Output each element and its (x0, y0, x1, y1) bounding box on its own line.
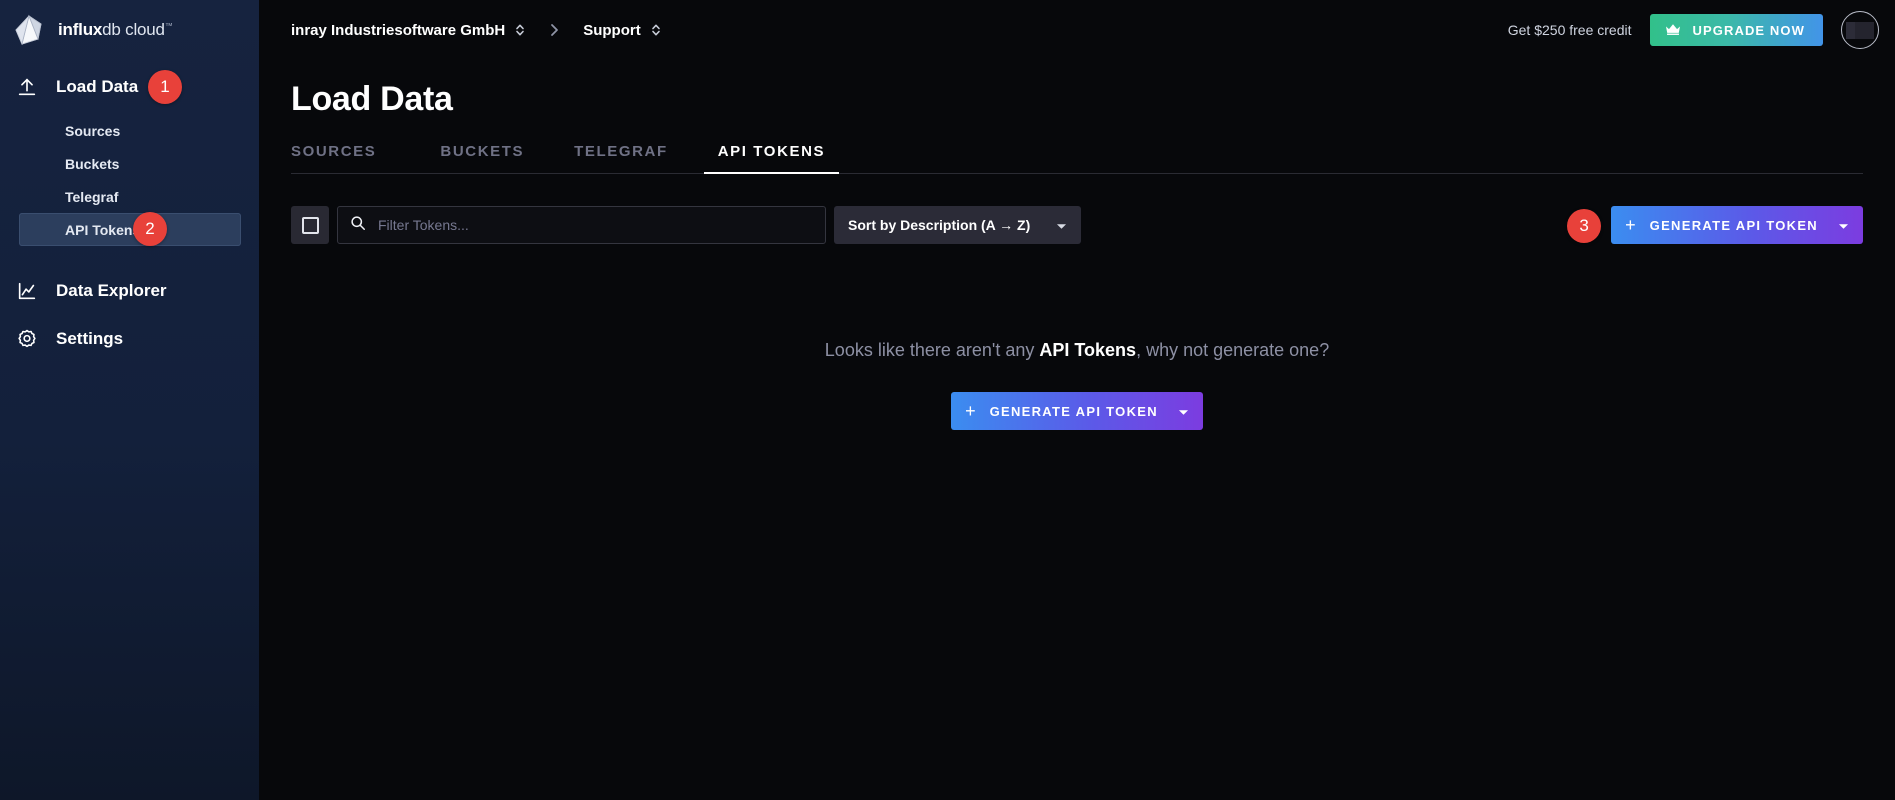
generate-api-token-label-top: GENERATE API TOKEN (1649, 217, 1818, 233)
top-bar-right: Get $250 free credit UPGRADE NOW (1508, 11, 1895, 49)
breadcrumb-project-selector[interactable]: Support (583, 22, 661, 39)
plus-icon: + (965, 401, 976, 421)
sort-dropdown[interactable]: Sort by Description (A → Z) (834, 206, 1082, 244)
sidebar-item-api-tokens-label: API Tokens (65, 221, 141, 238)
plus-icon: + (1625, 215, 1636, 235)
chevron-up-down-icon (651, 22, 661, 38)
checkbox-square-icon (301, 216, 319, 234)
tab-sources[interactable]: SOURCES (291, 143, 390, 173)
sidebar-item-data-explorer[interactable]: Data Explorer (0, 264, 259, 318)
generate-api-token-button-top[interactable]: + GENERATE API TOKEN (1611, 206, 1863, 244)
user-avatar[interactable] (1841, 11, 1879, 49)
sidebar-subnav-load-data: Sources Buckets Telegraf API Tokens 2 (0, 114, 259, 252)
tab-bar: SOURCES BUCKETS TELEGRAF API TOKENS (291, 143, 1863, 174)
sidebar-item-buckets-label: Buckets (65, 155, 120, 172)
annotation-badge-2: 2 (133, 212, 167, 246)
sidebar-item-load-data-label: Load Data (56, 77, 139, 96)
free-credit-text: Get $250 free credit (1507, 22, 1632, 38)
breadcrumb-org-label: inray Industriesoftware GmbH (291, 21, 506, 39)
sidebar-item-telegraf-label: Telegraf (65, 188, 119, 205)
sidebar-item-telegraf[interactable]: Telegraf (19, 180, 241, 213)
search-icon (350, 215, 366, 236)
breadcrumb: inray Industriesoftware GmbH Support (259, 22, 661, 39)
select-all-button[interactable] (291, 206, 329, 244)
toolbar: Sort by Description (A → Z) 3 + GENERATE… (291, 206, 1863, 244)
sidebar-item-api-tokens[interactable]: API Tokens 2 (19, 212, 241, 246)
empty-state-text-after: , why not generate one? (1136, 340, 1330, 360)
caret-down-icon[interactable] (1178, 404, 1189, 419)
generate-api-token-button-center[interactable]: + GENERATE API TOKEN (951, 392, 1203, 430)
filter-tokens-search[interactable] (337, 206, 826, 244)
sidebar-section-settings: Settings (0, 312, 259, 366)
sidebar-item-settings[interactable]: Settings (0, 312, 259, 366)
sidebar: influxdb cloud™ Load Data 1 Sources Buck… (0, 0, 259, 800)
empty-state-message: Looks like there aren't any API Tokens, … (825, 340, 1329, 361)
upgrade-now-button[interactable]: UPGRADE NOW (1649, 14, 1823, 46)
sidebar-item-settings-label: Settings (56, 329, 124, 348)
breadcrumb-project-label: Support (583, 21, 641, 39)
empty-state-text-bold: API Tokens (1039, 340, 1137, 360)
sort-dropdown-label: Sort by Description (A → Z) (848, 217, 1031, 233)
avatar-placeholder-image (1846, 21, 1874, 39)
chevron-up-down-icon (515, 22, 525, 38)
gear-icon (14, 326, 40, 352)
crown-icon (1664, 22, 1682, 39)
tab-buckets[interactable]: BUCKETS (426, 143, 538, 173)
caret-down-icon (1056, 218, 1067, 233)
page-title: Load Data (291, 80, 453, 118)
search-input[interactable] (378, 217, 813, 233)
sidebar-item-sources[interactable]: Sources (19, 114, 241, 147)
sidebar-section-load-data: Load Data 1 Sources Buckets Telegraf API… (0, 60, 259, 252)
empty-state: Looks like there aren't any API Tokens, … (291, 340, 1863, 430)
breadcrumb-org-selector[interactable]: inray Industriesoftware GmbH (291, 22, 525, 39)
top-bar: inray Industriesoftware GmbH Support Get… (259, 0, 1895, 60)
sidebar-item-data-explorer-label: Data Explorer (56, 281, 167, 300)
sidebar-item-buckets[interactable]: Buckets (19, 147, 241, 180)
sidebar-section-data-explorer: Data Explorer (0, 264, 259, 318)
main-content: Load Data SOURCES BUCKETS TELEGRAF API T… (259, 60, 1895, 800)
brand-name-bold: influx (58, 20, 103, 39)
breadcrumb-separator (549, 23, 559, 37)
line-chart-icon (14, 278, 40, 304)
upload-icon (14, 74, 40, 100)
brand-name-light: db cloud (102, 20, 165, 39)
caret-down-icon[interactable] (1838, 218, 1849, 233)
sidebar-item-load-data[interactable]: Load Data 1 (0, 60, 259, 114)
tab-api-tokens[interactable]: API TOKENS (703, 143, 840, 174)
sidebar-item-sources-label: Sources (65, 122, 121, 139)
annotation-badge-3: 3 (1567, 209, 1602, 243)
generate-api-token-label-center: GENERATE API TOKEN (989, 403, 1158, 419)
influxdb-polyhedron-logo-icon (12, 13, 46, 47)
annotation-badge-1: 1 (148, 70, 182, 104)
empty-state-text-before: Looks like there aren't any (824, 340, 1040, 360)
brand-name: influxdb cloud™ (58, 20, 173, 40)
generate-api-token-top-wrap: 3 + GENERATE API TOKEN (1567, 206, 1863, 244)
upgrade-now-label: UPGRADE NOW (1692, 22, 1805, 38)
brand-logo[interactable]: influxdb cloud™ (0, 0, 259, 60)
tab-telegraf[interactable]: TELEGRAF (560, 143, 682, 173)
brand-trademark: ™ (164, 21, 173, 31)
